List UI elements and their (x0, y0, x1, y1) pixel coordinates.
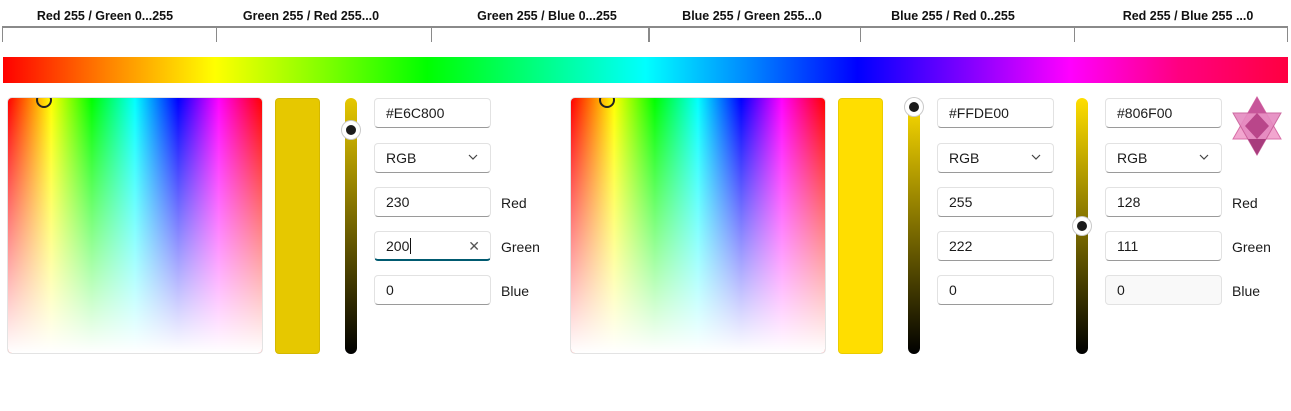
color-preview (838, 98, 883, 354)
red-label: Red (501, 195, 527, 211)
spectrum-saturation-layer (571, 98, 825, 353)
color-model-dropdown[interactable]: RGB (1105, 143, 1222, 173)
red-input[interactable]: 255 (937, 187, 1054, 217)
red-input[interactable]: 128 (1105, 187, 1222, 217)
blue-label: Blue (501, 283, 530, 299)
segment-label: Green 255 / Red 255...0 (242, 9, 380, 23)
scale-tick (216, 26, 217, 42)
scale-tick (2, 26, 3, 42)
blue-label: Blue (1232, 283, 1261, 299)
color-spectrum[interactable] (8, 98, 262, 353)
green-input[interactable]: 111 (1105, 231, 1222, 261)
clear-icon[interactable]: ✕ (468, 238, 480, 255)
scale-line (2, 26, 1288, 28)
green-label: Green (501, 239, 540, 255)
color-spectrum[interactable] (571, 98, 825, 353)
green-input[interactable]: 200 ✕ (374, 231, 491, 261)
text-caret (410, 237, 412, 254)
blue-input[interactable]: 0 (374, 275, 491, 305)
color-model-dropdown[interactable]: RGB (374, 143, 491, 173)
hex-input[interactable]: #E6C800 (374, 98, 491, 128)
color-preview (275, 98, 320, 354)
segment-label: Blue 255 / Green 255...0 (682, 9, 822, 23)
red-input[interactable]: 230 (374, 187, 491, 217)
hex-input[interactable]: #FFDE00 (937, 98, 1054, 128)
hex-input[interactable]: #806F00 (1105, 98, 1222, 128)
star-tetrahedron-icon (1232, 95, 1282, 157)
blue-input[interactable]: 0 (1105, 275, 1222, 305)
blue-input[interactable]: 0 (937, 275, 1054, 305)
value-slider[interactable] (1073, 98, 1091, 354)
color-model-dropdown[interactable]: RGB (937, 143, 1054, 173)
value-slider-thumb[interactable] (1073, 217, 1091, 235)
scale-tick (1287, 26, 1288, 42)
spectrum-saturation-layer (8, 98, 262, 353)
value-slider[interactable] (342, 98, 360, 354)
hue-strip (3, 57, 1288, 83)
red-label: Red (1232, 195, 1258, 211)
segment-label: Red 255 / Green 0...255 (36, 9, 174, 23)
chevron-down-icon (1199, 154, 1209, 160)
scale-tick (648, 26, 650, 42)
segment-label: Red 255 / Blue 255 ...0 (1122, 9, 1254, 23)
value-slider[interactable] (905, 98, 923, 354)
chevron-down-icon (1031, 154, 1041, 160)
green-input[interactable]: 222 (937, 231, 1054, 261)
green-label: Green (1232, 239, 1271, 255)
chevron-down-icon (468, 154, 478, 160)
scale-tick (1074, 26, 1075, 42)
segment-label: Green 255 / Blue 0...255 (477, 9, 617, 23)
value-slider-thumb[interactable] (342, 121, 360, 139)
scale-tick (431, 26, 432, 42)
scale-tick (860, 26, 861, 42)
value-slider-thumb[interactable] (905, 98, 923, 116)
segment-label: Blue 255 / Red 0..255 (891, 9, 1015, 23)
